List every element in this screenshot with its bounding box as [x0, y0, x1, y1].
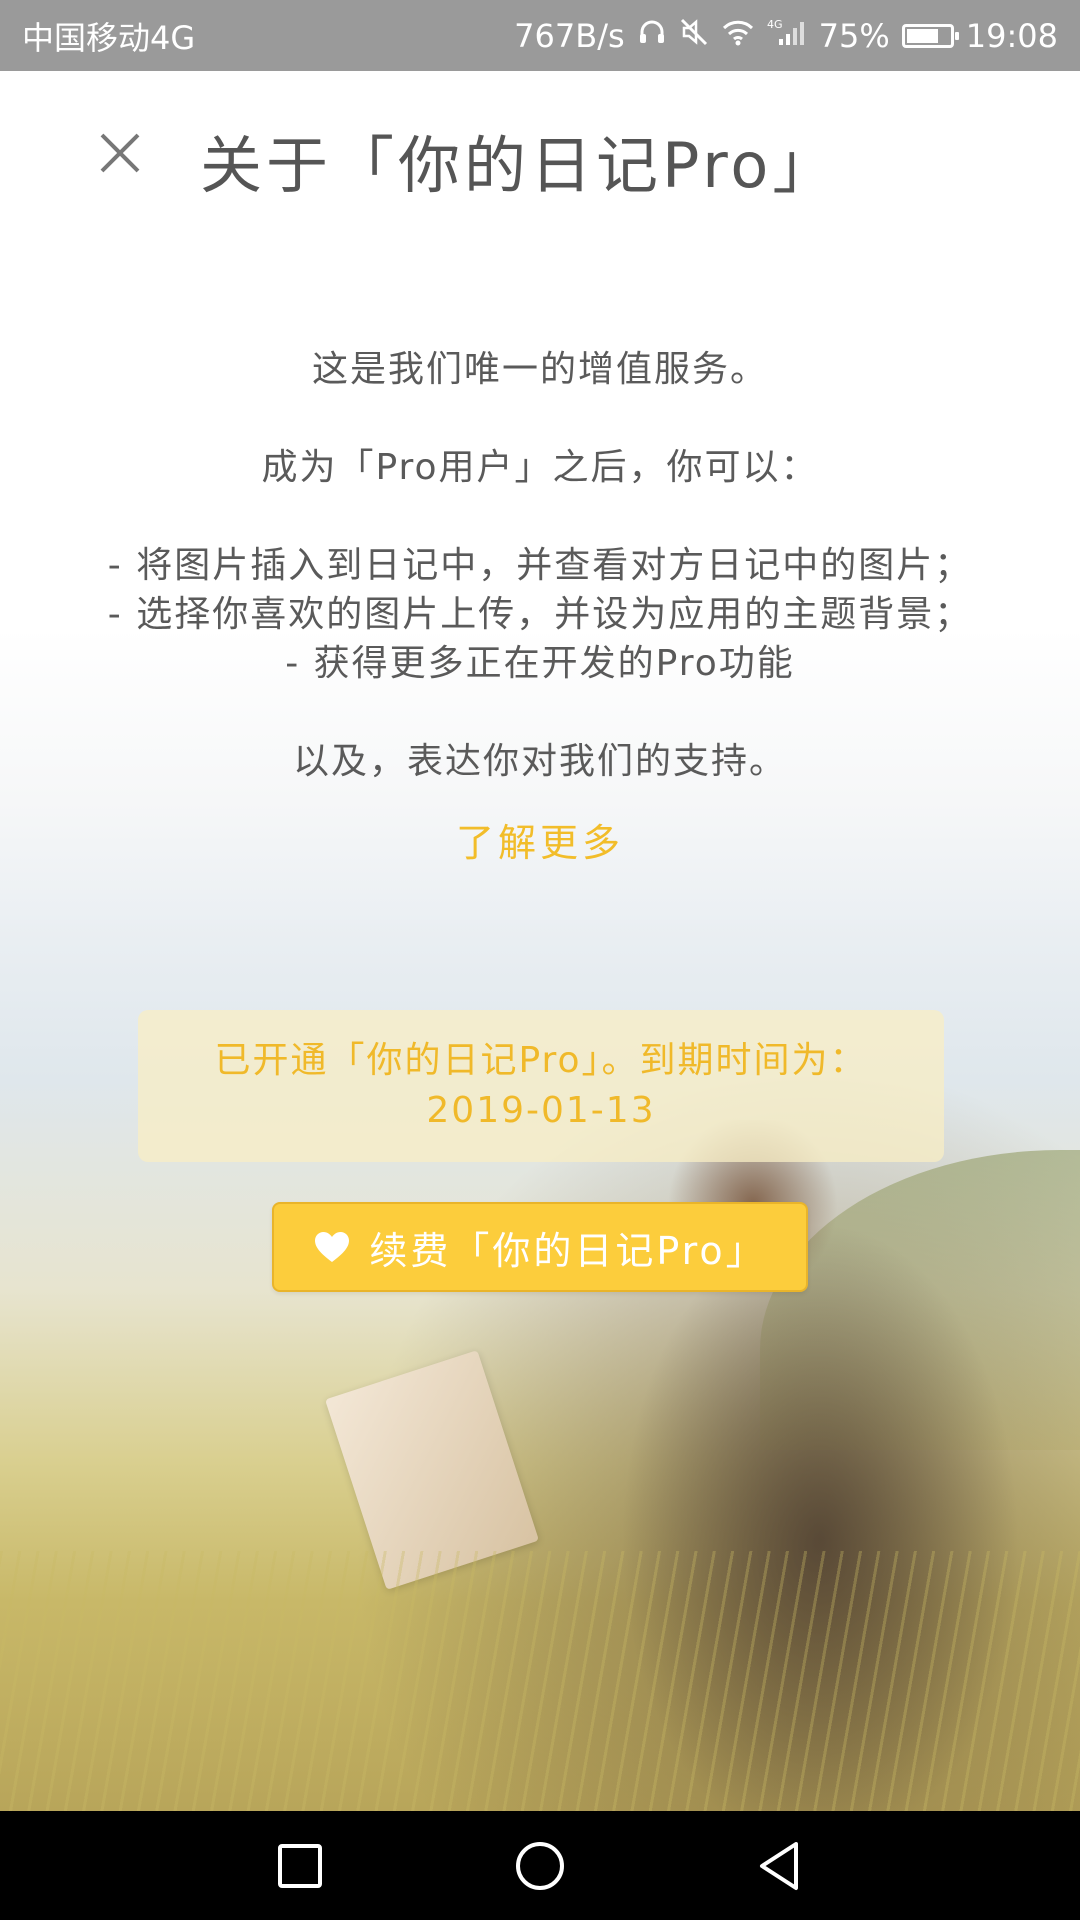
mute-icon	[679, 17, 709, 55]
renew-button-label: 续费「你的日记Pro」	[369, 1228, 767, 1273]
circle-icon	[516, 1842, 564, 1890]
battery-fill	[906, 28, 939, 43]
feature-item: - 获得更多正在开发的Pro功能	[285, 643, 795, 684]
signal-type-label: 4G	[767, 18, 783, 31]
screen: 中国移动4G 767B/s 4G 75% 19:08 关于「你的日记Pro」 这…	[0, 0, 1080, 1920]
pro-status-text: 已开通「你的日记Pro」。到期时间为：	[214, 1040, 868, 1081]
renew-button[interactable]: 续费「你的日记Pro」	[272, 1202, 808, 1292]
close-button[interactable]	[90, 123, 150, 183]
background-photo	[0, 71, 1080, 1811]
carrier-label: 中国移动4G	[22, 18, 196, 57]
clock: 19:08	[965, 16, 1058, 55]
pro-description: 这是我们唯一的增值服务。 成为「Pro用户」之后，你可以： - 将图片插入到日记…	[0, 345, 1080, 786]
recent-apps-button[interactable]	[270, 1836, 330, 1896]
feature-item: - 将图片插入到日记中，并查看对方日记中的图片；	[107, 545, 973, 586]
header: 关于「你的日记Pro」	[0, 71, 1080, 231]
wifi-icon	[721, 17, 755, 55]
learn-more-link[interactable]: 了解更多	[0, 812, 1080, 867]
description-line-3: 以及，表达你对我们的支持。	[292, 741, 787, 782]
pro-status-box: 已开通「你的日记Pro」。到期时间为： 2019-01-13	[138, 1010, 944, 1162]
background-grass	[0, 1551, 1080, 1811]
network-speed: 767B/s	[514, 16, 625, 55]
home-button[interactable]	[510, 1836, 570, 1896]
page-title: 关于「你的日记Pro」	[200, 129, 839, 202]
headphones-icon	[637, 17, 667, 55]
signal-icon: 4G	[767, 17, 807, 55]
description-line-2: 成为「Pro用户」之后，你可以：	[261, 447, 819, 488]
description-line-1: 这是我们唯一的增值服务。	[311, 349, 768, 390]
square-icon	[278, 1844, 322, 1888]
triangle-back-icon	[760, 1842, 798, 1890]
heart-icon	[315, 1232, 350, 1262]
back-button[interactable]	[750, 1836, 810, 1896]
navigation-bar	[0, 1811, 1080, 1920]
status-bar: 中国移动4G 767B/s 4G 75% 19:08	[0, 0, 1080, 71]
battery-icon	[901, 23, 959, 48]
feature-item: - 选择你喜欢的图片上传，并设为应用的主题背景；	[107, 594, 973, 635]
battery-percent: 75%	[818, 16, 890, 55]
close-icon	[100, 133, 140, 173]
expiry-date: 2019-01-13	[426, 1090, 656, 1131]
